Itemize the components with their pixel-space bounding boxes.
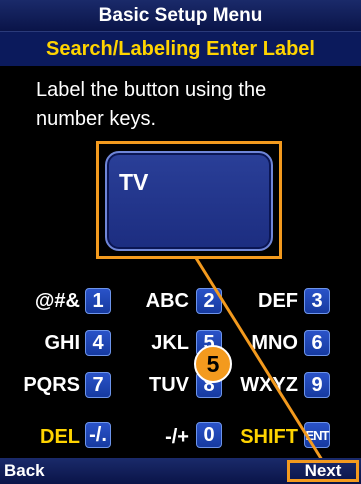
callout-step-badge: 5 [194, 345, 232, 383]
next-softkey[interactable]: Next [287, 460, 359, 482]
back-softkey[interactable]: Back [4, 461, 45, 481]
callout-pointer-line [194, 257, 324, 461]
